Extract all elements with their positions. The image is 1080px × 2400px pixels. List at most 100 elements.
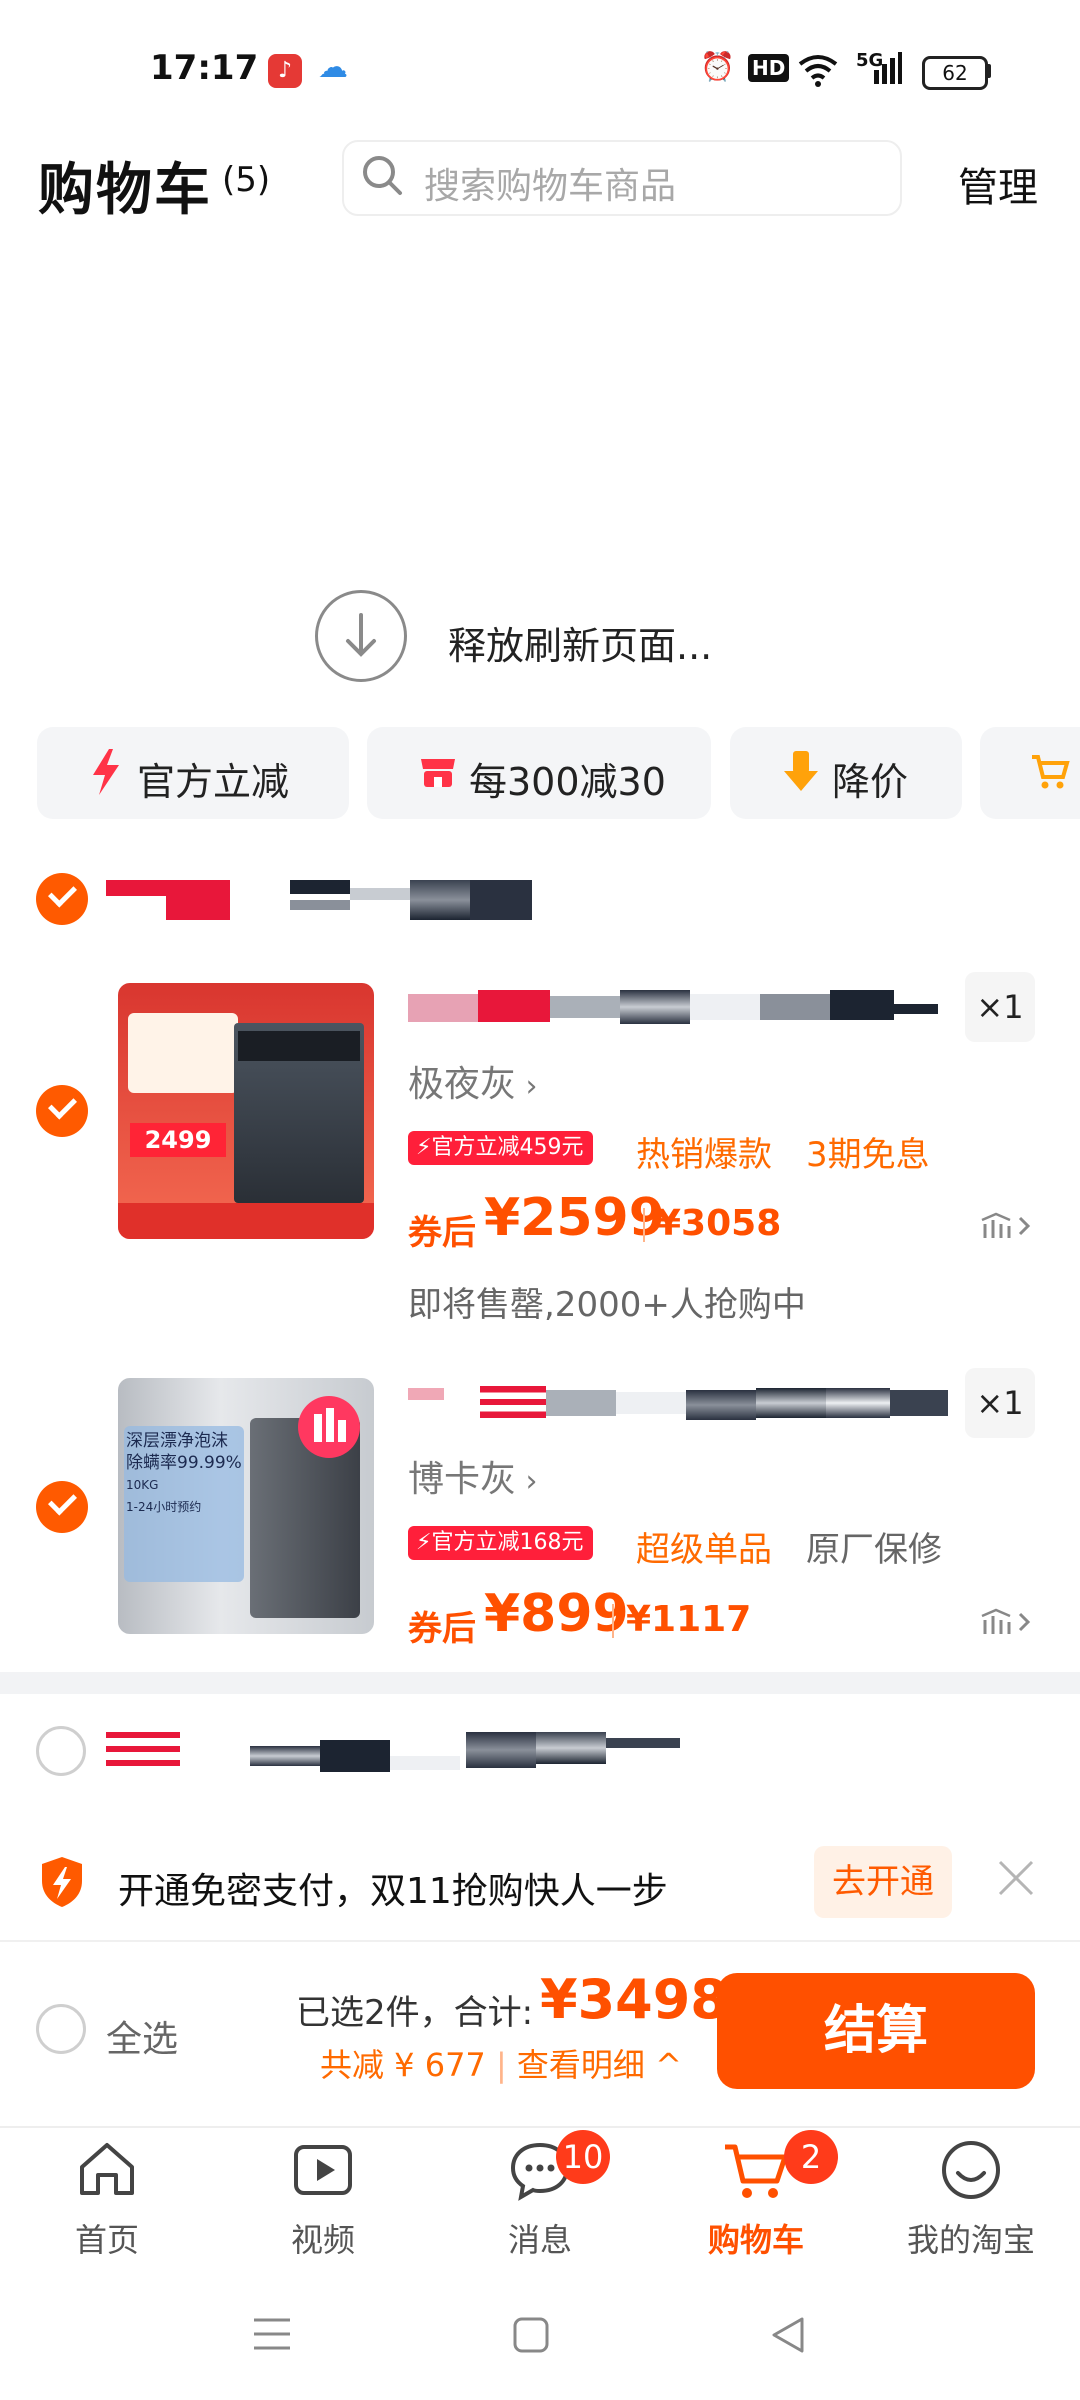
profile-icon (942, 2141, 1000, 2199)
search-placeholder: 搜索购物车商品 (424, 166, 677, 207)
manage-button[interactable]: 管理 (958, 155, 1038, 213)
section-divider (0, 1672, 1080, 1694)
stock-note: 即将售罄,2000+人抢购中 (408, 1285, 806, 1325)
variant-selector[interactable]: 极夜灰 › (408, 1055, 538, 1107)
lightning-icon (93, 749, 119, 795)
coupon-price: ¥2599 (484, 1188, 665, 1248)
store-checkbox[interactable] (36, 1726, 86, 1776)
back-icon[interactable] (770, 2316, 806, 2354)
chevron-right-icon: › (516, 1464, 538, 1499)
cart-badge: 2 (784, 2130, 838, 2184)
price-divider (612, 1604, 614, 1638)
status-time: 17:17 (150, 48, 259, 88)
close-icon[interactable] (996, 1858, 1036, 1898)
quantity-selector[interactable]: ×1 (965, 1368, 1035, 1438)
tab-video[interactable]: 视频 (248, 2135, 398, 2261)
cart-count: (5) (222, 160, 271, 200)
alarm-icon: ⏰ (700, 50, 735, 83)
price-trend-icon[interactable] (980, 1606, 1032, 1636)
enable-payment-button[interactable]: 去开通 (814, 1846, 952, 1918)
lightning-icon: ⚡ (416, 1530, 432, 1555)
saving-summary[interactable]: 共减 ¥ 677 | 查看明细 ^ (320, 2040, 682, 2086)
chip-official-discount[interactable]: 官方立减 (37, 727, 349, 819)
product-title-redacted (408, 1386, 948, 1422)
saving-amount: 共减 ¥ 677 (320, 2046, 486, 2084)
arrow-down-icon (784, 751, 818, 791)
store-name-redacted (106, 1732, 180, 1768)
product-image[interactable]: 2499 (118, 983, 374, 1239)
shield-lightning-icon (42, 1857, 82, 1907)
tab-home[interactable]: 首页 (32, 2135, 182, 2261)
discount-badge: ⚡官方立减168元 (408, 1526, 594, 1560)
thumb-price: 2499 (130, 1123, 226, 1157)
variant-label: 极夜灰 (408, 1064, 517, 1105)
menu-icon[interactable] (252, 2316, 292, 2352)
lightning-icon: ⚡ (416, 1135, 432, 1160)
tab-label: 视频 (290, 2221, 355, 2259)
tab-label: 消息 (507, 2221, 572, 2259)
product-image[interactable]: 深层漂净泡沫 除螨率99.99% 10KG 1-24小时预约 (118, 1378, 374, 1634)
battery-icon: 62 (922, 56, 988, 90)
store-checkbox[interactable] (36, 873, 88, 925)
refresh-arrow-icon (315, 590, 407, 682)
view-detail-link[interactable]: 查看明细 (517, 2046, 645, 2084)
tab-profile[interactable]: 我的淘宝 (896, 2135, 1046, 2261)
thumb-caption: 深层漂净泡沫 除螨率99.99% 10KG 1-24小时预约 (126, 1431, 242, 1514)
item-checkbox[interactable] (36, 1085, 88, 1137)
price-divider (643, 1208, 645, 1242)
chevron-up-icon: ^ (655, 2046, 682, 2084)
signal-icon (874, 52, 902, 84)
battery-tip (985, 64, 991, 78)
chevron-right-icon: › (516, 1069, 538, 1104)
page-title: 购物车 (38, 158, 212, 223)
home-icon (80, 2143, 134, 2195)
variant-selector[interactable]: 博卡灰 › (408, 1450, 538, 1502)
hd-icon: HD (748, 54, 790, 82)
music-app-icon: ♪ (268, 54, 302, 88)
coupon-price: ¥899 (484, 1584, 629, 1644)
store-name-redacted (106, 880, 230, 920)
chip-label: 官方立减 (137, 760, 290, 804)
store-title-redacted (250, 1732, 680, 1772)
home-square-icon[interactable] (512, 2316, 550, 2354)
chip-per-300-off[interactable]: 每300减30 (367, 727, 711, 819)
variant-label: 博卡灰 (408, 1459, 517, 1500)
store-icon (421, 759, 455, 787)
item-checkbox[interactable] (36, 1481, 88, 1533)
select-all-checkbox[interactable] (36, 2004, 86, 2054)
video-icon (294, 2145, 352, 2195)
cloud-icon: ☁ (318, 50, 348, 85)
product-tag: 原厂保修 (806, 1530, 942, 1570)
product-tag: 3期免息 (806, 1135, 930, 1175)
cart-icon (725, 2144, 788, 2198)
total-price: ¥3498 (540, 1968, 728, 2031)
original-price: ¥1117 (626, 1599, 752, 1640)
tab-label: 购物车 (707, 2221, 804, 2259)
message-badge: 10 (556, 2130, 610, 2184)
product-tag: 热销爆款 (636, 1135, 772, 1175)
select-all-label[interactable]: 全选 (106, 2010, 178, 2062)
checkout-button[interactable]: 结算 (717, 1973, 1035, 2089)
separator: | (495, 2046, 517, 2084)
wifi-icon (798, 55, 838, 87)
tab-label: 我的淘宝 (906, 2221, 1035, 2259)
price-prefix: 券后 (408, 1609, 476, 1649)
chip-cart[interactable] (980, 727, 1080, 819)
original-price: ¥3058 (656, 1203, 782, 1244)
selected-summary: 已选2件，合计: (296, 1993, 534, 2033)
product-tag: 超级单品 (636, 1530, 772, 1570)
refresh-text: 释放刷新页面... (448, 624, 713, 668)
chip-price-drop[interactable]: 降价 (730, 727, 962, 819)
cart-icon (1032, 755, 1070, 789)
product-title-redacted (408, 990, 938, 1026)
discount-badge: ⚡官方立减459元 (408, 1131, 594, 1165)
promo-text: 开通免密支付，双11抢购快人一步 (118, 1871, 668, 1912)
tab-label: 首页 (74, 2221, 139, 2259)
chip-label: 每300减30 (469, 760, 666, 804)
quantity-selector[interactable]: ×1 (965, 972, 1035, 1042)
store-title-redacted (290, 880, 532, 920)
price-trend-icon[interactable] (980, 1210, 1032, 1240)
price-prefix: 券后 (408, 1213, 476, 1253)
chip-label: 降价 (832, 760, 909, 804)
search-icon (363, 156, 402, 195)
